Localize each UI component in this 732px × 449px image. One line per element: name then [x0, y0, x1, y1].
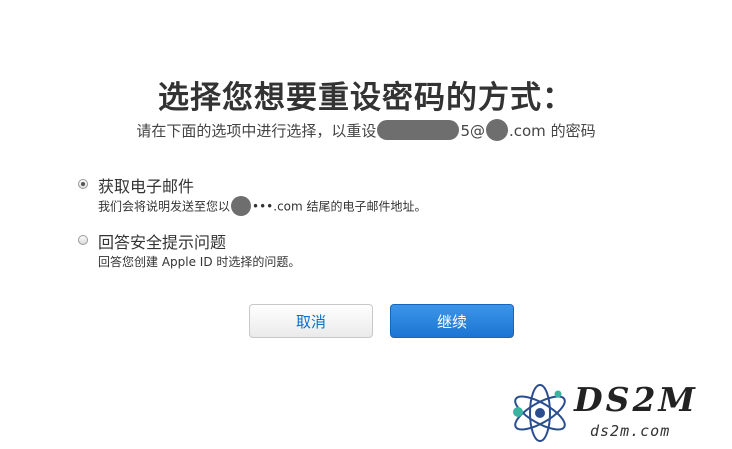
redacted-email-dot [231, 196, 252, 216]
radio-email[interactable] [78, 179, 88, 189]
cancel-button[interactable]: 取消 [249, 304, 373, 338]
redacted-domain-block [485, 118, 508, 141]
option-email-description: 我们会将说明发送至您以 •••.com 结尾的电子邮件地址。 [98, 196, 427, 217]
watermark-brand: DS2M [574, 380, 698, 419]
atom-logo-icon [513, 384, 566, 442]
continue-button[interactable]: 继续 [390, 304, 514, 338]
option-security-label: 回答安全提示问题 [98, 233, 227, 252]
page-title: 选择您想要重设密码的方式： [158, 80, 574, 116]
subtitle-suffix: 的密码 [545, 122, 596, 140]
watermark-domain: ds2m.com [590, 422, 671, 440]
page-subtitle: 请在下面的选项中进行选择，以重设 5@ .com 的密码 [0, 118, 732, 143]
subtitle-domain: .com [508, 122, 546, 140]
subtitle-prefix: 请在下面的选项中进行选择，以重设 [136, 122, 377, 140]
radio-security-questions[interactable] [78, 235, 88, 245]
option-email-desc-suffix: 结尾的电子邮件地址。 [302, 199, 427, 214]
option-email-desc-masked: •••.com [252, 199, 303, 214]
option-security-description: 回答您创建 Apple ID 时选择的问题。 [98, 255, 301, 269]
redacted-email-block [377, 119, 460, 140]
option-email-desc-prefix: 我们会将说明发送至您以 [98, 199, 231, 214]
option-email-label: 获取电子邮件 [98, 177, 195, 196]
subtitle-masked-fragment: 5@ [460, 122, 485, 140]
watermark: DS2M ds2m.com [508, 380, 723, 444]
